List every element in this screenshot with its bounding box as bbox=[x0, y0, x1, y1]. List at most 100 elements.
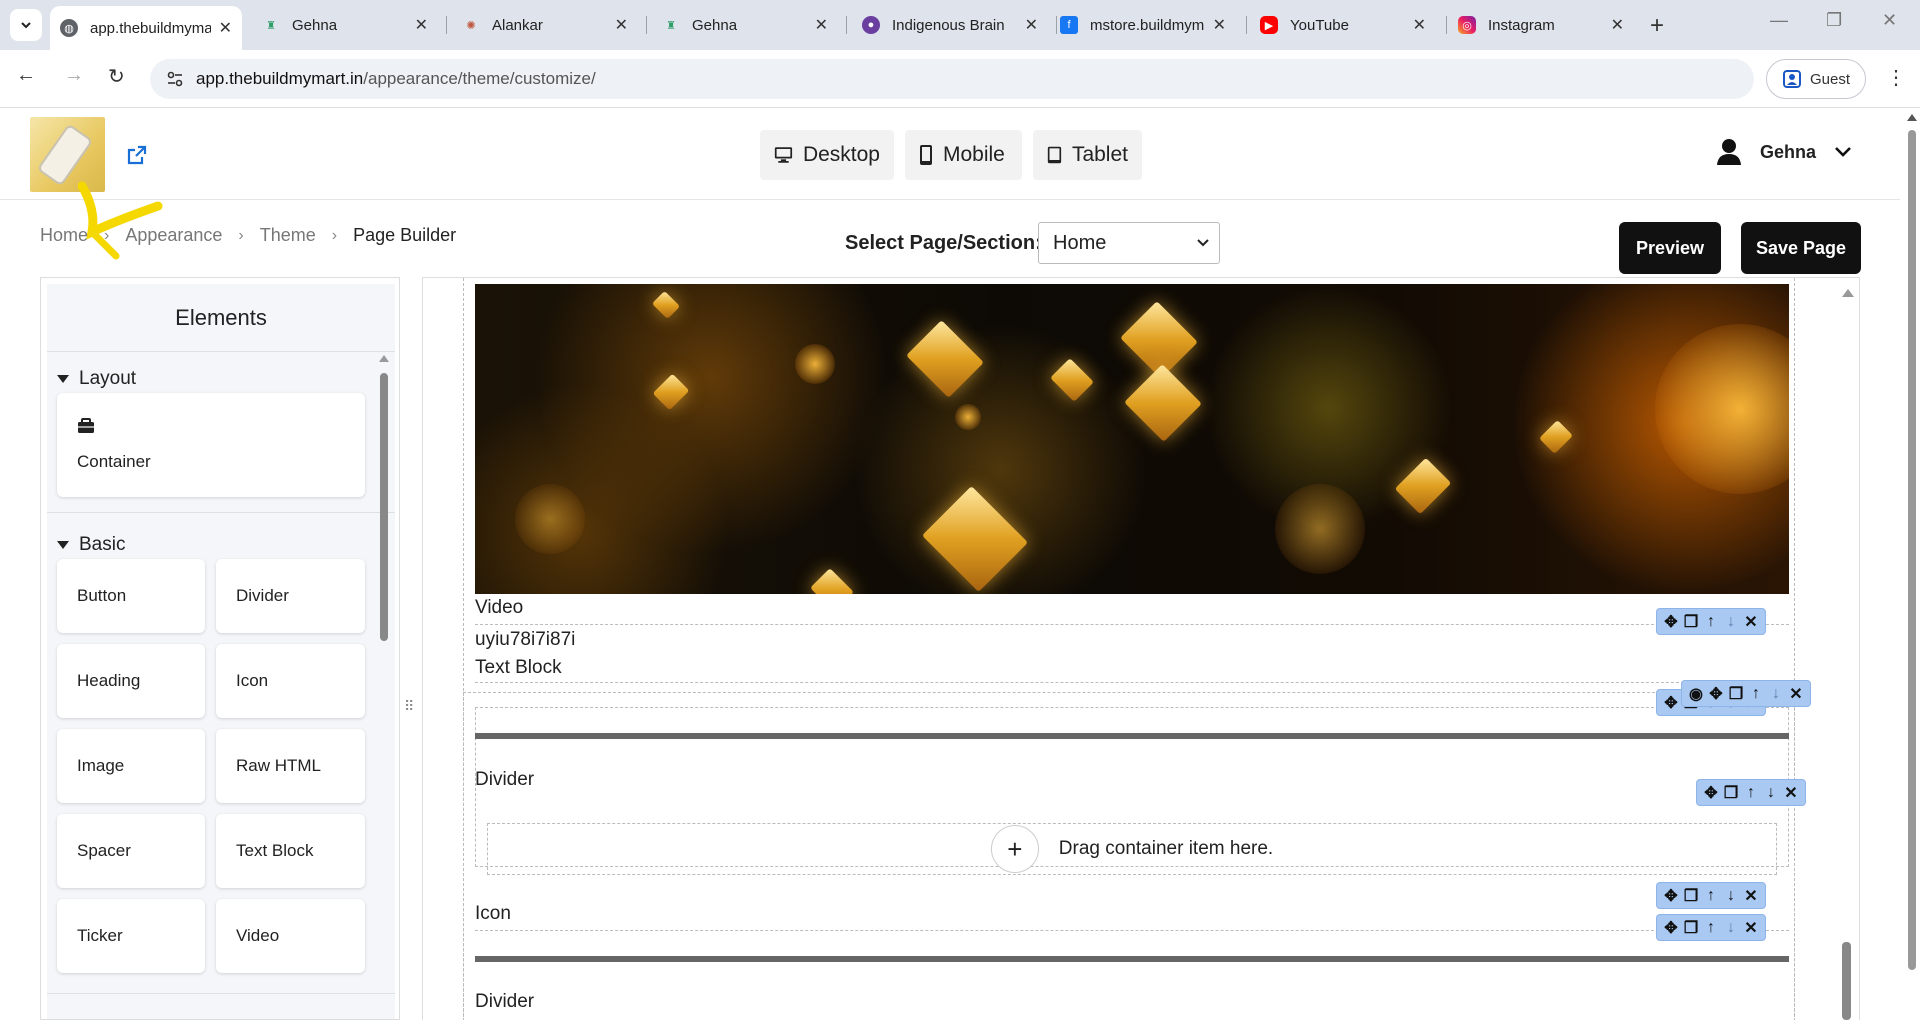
section-toggle-basic[interactable]: Basic bbox=[57, 534, 125, 556]
page-section-select[interactable]: Home bbox=[1038, 222, 1220, 264]
move-up-icon[interactable]: ↑ bbox=[1703, 887, 1719, 905]
browser-tab[interactable]: ♜ Gehna ✕ bbox=[652, 7, 838, 43]
delete-icon[interactable]: ✕ bbox=[1743, 886, 1759, 906]
minimize-icon[interactable]: — bbox=[1770, 10, 1788, 31]
delete-icon[interactable]: ✕ bbox=[1788, 684, 1804, 704]
save-page-button[interactable]: Save Page bbox=[1741, 222, 1861, 274]
breadcrumb-home[interactable]: Home bbox=[40, 225, 88, 246]
element-divider[interactable]: Divider bbox=[216, 559, 365, 633]
section-toggle-layout[interactable]: Layout bbox=[57, 368, 136, 390]
move-icon[interactable]: ✥ bbox=[1663, 693, 1679, 713]
close-icon[interactable]: ✕ bbox=[1213, 15, 1226, 35]
move-up-icon[interactable]: ↑ bbox=[1703, 613, 1719, 631]
back-arrow-icon[interactable]: ← bbox=[16, 64, 36, 87]
move-icon[interactable]: ✥ bbox=[1663, 918, 1679, 938]
move-icon[interactable]: ✥ bbox=[1663, 612, 1679, 632]
scroll-up-icon[interactable] bbox=[1842, 289, 1854, 297]
move-icon[interactable]: ✥ bbox=[1663, 886, 1679, 906]
duplicate-icon[interactable]: ❐ bbox=[1683, 886, 1699, 906]
element-heading[interactable]: Heading bbox=[57, 644, 205, 718]
duplicate-icon[interactable]: ❐ bbox=[1723, 783, 1739, 803]
icon-element-label[interactable]: Icon bbox=[475, 903, 511, 925]
element-container[interactable]: Container bbox=[57, 393, 365, 497]
browser-tab[interactable]: ✺ Alankar ✕ bbox=[452, 7, 638, 43]
browser-tab-active[interactable]: ◍ app.thebuildmymart.in ✕ bbox=[50, 6, 242, 50]
browser-menu-icon[interactable]: ⋮ bbox=[1886, 65, 1906, 90]
move-up-icon[interactable]: ↑ bbox=[1743, 784, 1759, 802]
close-icon[interactable]: ✕ bbox=[1025, 15, 1038, 35]
element-ticker[interactable]: Ticker bbox=[57, 899, 205, 973]
move-down-icon[interactable]: ↓ bbox=[1763, 784, 1779, 802]
element-image[interactable]: Image bbox=[57, 729, 205, 803]
element-raw-html[interactable]: Raw HTML bbox=[216, 729, 365, 803]
close-icon[interactable]: ✕ bbox=[1413, 15, 1426, 35]
preview-button[interactable]: Preview bbox=[1619, 222, 1721, 274]
scroll-up-icon[interactable] bbox=[379, 355, 389, 362]
browser-tab[interactable]: f mstore.buildmymart ✕ bbox=[1050, 7, 1236, 43]
canvas-scrollbar[interactable] bbox=[1840, 285, 1854, 1020]
browser-tab[interactable]: ◎ Instagram ✕ bbox=[1448, 7, 1634, 43]
plus-icon[interactable]: + bbox=[990, 825, 1039, 873]
reload-icon[interactable]: ↻ bbox=[108, 64, 125, 89]
element-video[interactable]: Video bbox=[216, 899, 365, 973]
move-down-icon[interactable]: ↓ bbox=[1723, 613, 1739, 631]
delete-icon[interactable]: ✕ bbox=[1743, 612, 1759, 632]
device-mobile-button[interactable]: Mobile bbox=[905, 130, 1022, 180]
page-canvas[interactable]: Video uyiu78i7i87i Text Block ✥ ❐ ↑ ↓ ✕ … bbox=[422, 277, 1860, 1020]
url-input[interactable]: app.thebuildmymart.in/appearance/theme/c… bbox=[150, 59, 1754, 99]
browser-tab[interactable]: ▶ YouTube ✕ bbox=[1250, 7, 1436, 43]
divider-rule[interactable] bbox=[475, 956, 1789, 962]
move-down-icon[interactable]: ↓ bbox=[1768, 685, 1784, 703]
move-down-icon[interactable]: ↓ bbox=[1723, 887, 1739, 905]
user-menu[interactable]: Gehna bbox=[1716, 138, 1852, 166]
browser-tab[interactable]: ♜ Gehna ✕ bbox=[252, 7, 438, 43]
delete-icon[interactable]: ✕ bbox=[1743, 918, 1759, 938]
device-desktop-button[interactable]: Desktop bbox=[760, 130, 894, 180]
element-icon[interactable]: Icon bbox=[216, 644, 365, 718]
browser-tab[interactable]: ● Indigenous Brain ✕ bbox=[852, 7, 1048, 43]
element-text-block[interactable]: Text Block bbox=[216, 814, 365, 888]
divider-rule[interactable] bbox=[475, 733, 1789, 739]
delete-icon[interactable]: ✕ bbox=[1783, 783, 1799, 803]
move-up-icon[interactable]: ↑ bbox=[1748, 685, 1764, 703]
divider-element-label[interactable]: Divider bbox=[475, 991, 534, 1013]
scroll-up-icon[interactable] bbox=[1907, 114, 1917, 121]
tab-search-button[interactable] bbox=[10, 9, 42, 41]
duplicate-icon[interactable]: ❐ bbox=[1683, 918, 1699, 938]
move-icon[interactable]: ✥ bbox=[1708, 684, 1724, 704]
breadcrumb-theme[interactable]: Theme bbox=[260, 225, 316, 246]
divider-element-label[interactable]: Divider bbox=[475, 769, 534, 791]
external-link-icon[interactable] bbox=[126, 144, 148, 166]
move-down-icon[interactable]: ↓ bbox=[1723, 919, 1739, 937]
drag-handle-icon[interactable]: ⠿ bbox=[404, 698, 416, 716]
new-tab-button[interactable]: + bbox=[1650, 12, 1664, 40]
element-button[interactable]: Button bbox=[57, 559, 205, 633]
restore-icon[interactable]: ❐ bbox=[1826, 10, 1842, 31]
device-tablet-button[interactable]: Tablet bbox=[1033, 130, 1142, 180]
window-scrollbar[interactable] bbox=[1904, 108, 1920, 1020]
forward-arrow-icon[interactable]: → bbox=[64, 64, 84, 87]
close-icon[interactable]: ✕ bbox=[1611, 15, 1624, 35]
close-icon[interactable]: ✕ bbox=[615, 15, 628, 35]
scroll-thumb[interactable] bbox=[1908, 130, 1916, 970]
move-up-icon[interactable]: ↑ bbox=[1703, 919, 1719, 937]
element-spacer[interactable]: Spacer bbox=[57, 814, 205, 888]
profile-button[interactable]: Guest bbox=[1766, 59, 1866, 99]
site-settings-icon[interactable] bbox=[166, 70, 184, 88]
text-block-content[interactable]: uyiu78i7i87i bbox=[475, 629, 575, 651]
hero-banner-image[interactable] bbox=[475, 284, 1789, 594]
scroll-thumb[interactable] bbox=[380, 373, 388, 641]
scroll-thumb[interactable] bbox=[1842, 942, 1851, 1020]
duplicate-icon[interactable]: ❐ bbox=[1728, 684, 1744, 704]
close-icon[interactable]: ✕ bbox=[415, 15, 428, 35]
elements-list[interactable]: Layout Container Basic Button Divider He… bbox=[47, 353, 395, 1019]
duplicate-icon[interactable]: ❐ bbox=[1683, 612, 1699, 632]
close-icon[interactable]: ✕ bbox=[219, 18, 232, 38]
panel-scrollbar[interactable] bbox=[377, 353, 391, 1019]
container-drop-zone[interactable]: + Drag container item here. bbox=[487, 823, 1777, 875]
visibility-eye-icon[interactable]: ◉ bbox=[1688, 684, 1704, 704]
close-icon[interactable]: ✕ bbox=[815, 15, 828, 35]
video-element-label[interactable]: Video bbox=[475, 597, 523, 619]
move-icon[interactable]: ✥ bbox=[1703, 783, 1719, 803]
breadcrumb-appearance[interactable]: Appearance bbox=[125, 225, 222, 246]
